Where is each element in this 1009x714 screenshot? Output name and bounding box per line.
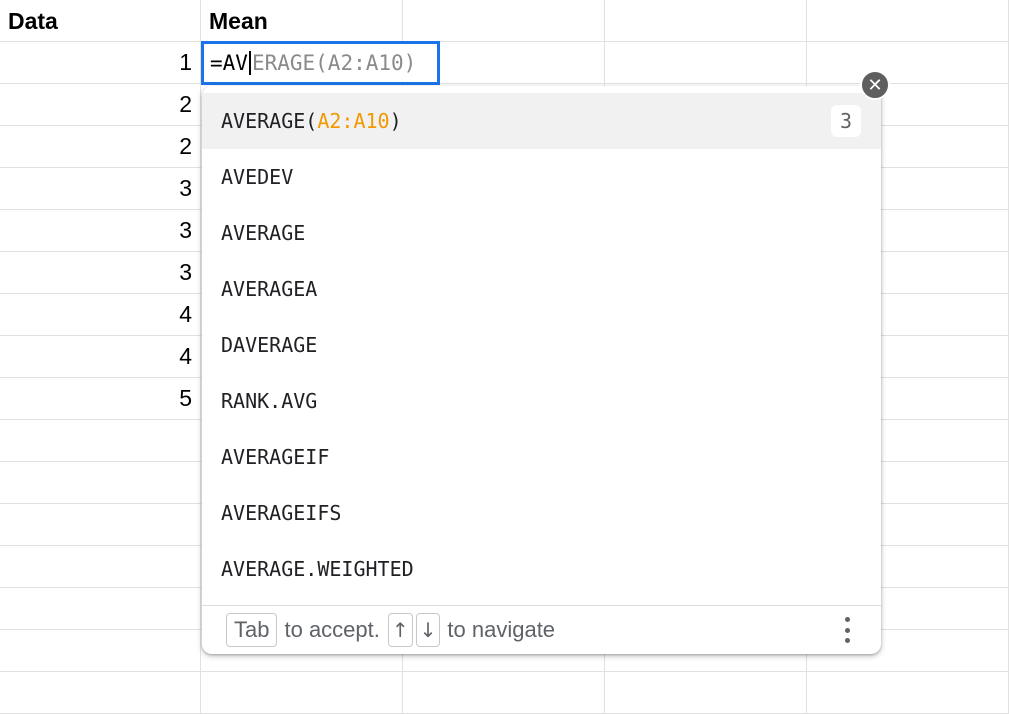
data-cell[interactable]: 1 xyxy=(0,42,201,84)
suggestion-close-paren: ) xyxy=(389,109,402,133)
shortcut-badge: 3 xyxy=(831,105,861,137)
navigate-hint-text: to navigate xyxy=(447,617,556,642)
empty-cell[interactable] xyxy=(0,504,201,546)
empty-cell[interactable] xyxy=(0,630,201,672)
suggestion-label: AVERAGEA xyxy=(221,277,318,301)
empty-cell[interactable] xyxy=(403,672,605,714)
empty-cell[interactable] xyxy=(0,588,201,630)
data-cell[interactable]: 2 xyxy=(0,84,201,126)
header-cell-mean[interactable]: Mean xyxy=(201,0,403,42)
autocomplete-ghost-text: ERAGE(A2:A10) xyxy=(251,51,417,75)
suggestion-label: AVEDEV xyxy=(221,165,294,189)
data-cell[interactable]: 4 xyxy=(0,336,201,378)
cell-editor[interactable]: =AV ERAGE(A2:A10) xyxy=(201,41,440,85)
empty-cell[interactable] xyxy=(807,0,1009,42)
up-arrow-key-hint: ↑ xyxy=(387,613,413,647)
data-cell[interactable]: 4 xyxy=(0,294,201,336)
suggestion-item-average-weighted[interactable]: AVERAGE.WEIGHTED xyxy=(202,541,881,597)
empty-cell[interactable] xyxy=(807,672,1009,714)
suggestion-label: AVERAGEIFS xyxy=(221,501,342,525)
suggestion-item-avedev[interactable]: AVEDEV xyxy=(202,149,881,205)
empty-cell[interactable] xyxy=(0,420,201,462)
empty-cell[interactable] xyxy=(0,546,201,588)
more-vert-icon[interactable] xyxy=(837,615,857,645)
empty-cell[interactable] xyxy=(403,0,605,42)
suggestion-label: AVERAGEIF xyxy=(221,445,330,469)
suggestion-item-average-range[interactable]: AVERAGE(A2:A10) 3 xyxy=(202,93,881,149)
empty-cell[interactable] xyxy=(0,462,201,504)
accept-hint-text: to accept. xyxy=(284,617,380,642)
suggestion-item-averageifs[interactable]: AVERAGEIFS xyxy=(202,485,881,541)
close-icon[interactable]: ✕ xyxy=(860,70,890,100)
suggestion-label: AVERAGE xyxy=(221,221,306,245)
popup-footer: Tab to accept. ↑ ↓ to navigate xyxy=(202,605,881,654)
formula-suggestion-popup: AVERAGE(A2:A10) 3 AVEDEV AVERAGE AVERAGE… xyxy=(202,86,881,654)
suggestion-label: AVERAGE.WEIGHTED xyxy=(221,557,414,581)
typed-formula: =AV xyxy=(210,51,248,75)
data-cell[interactable]: 2 xyxy=(0,126,201,168)
data-cell[interactable]: 3 xyxy=(0,210,201,252)
suggestion-item-average[interactable]: AVERAGE xyxy=(202,205,881,261)
suggestion-range: A2:A10 xyxy=(317,109,390,133)
empty-cell[interactable] xyxy=(605,0,807,42)
suggestion-label: DAVERAGE xyxy=(221,333,318,357)
empty-cell[interactable] xyxy=(605,672,807,714)
suggestion-function-name: AVERAGE( xyxy=(221,109,318,133)
suggestion-item-averagea[interactable]: AVERAGEA xyxy=(202,261,881,317)
header-cell-data[interactable]: Data xyxy=(0,0,201,42)
data-cell[interactable]: 3 xyxy=(0,168,201,210)
empty-cell[interactable] xyxy=(807,42,1009,84)
empty-cell[interactable] xyxy=(605,42,807,84)
suggestion-label: RANK.AVG xyxy=(221,389,318,413)
suggestion-item-daverage[interactable]: DAVERAGE xyxy=(202,317,881,373)
down-arrow-key-hint: ↓ xyxy=(415,613,441,647)
tab-key-hint: Tab xyxy=(226,613,278,647)
data-cell[interactable]: 5 xyxy=(0,378,201,420)
empty-cell[interactable] xyxy=(201,672,403,714)
empty-cell[interactable] xyxy=(0,672,201,714)
suggestion-item-rank-avg[interactable]: RANK.AVG xyxy=(202,373,881,429)
suggestion-list: AVERAGE(A2:A10) 3 AVEDEV AVERAGE AVERAGE… xyxy=(202,93,881,597)
text-caret xyxy=(248,51,251,75)
suggestion-item-averageif[interactable]: AVERAGEIF xyxy=(202,429,881,485)
data-cell[interactable]: 3 xyxy=(0,252,201,294)
